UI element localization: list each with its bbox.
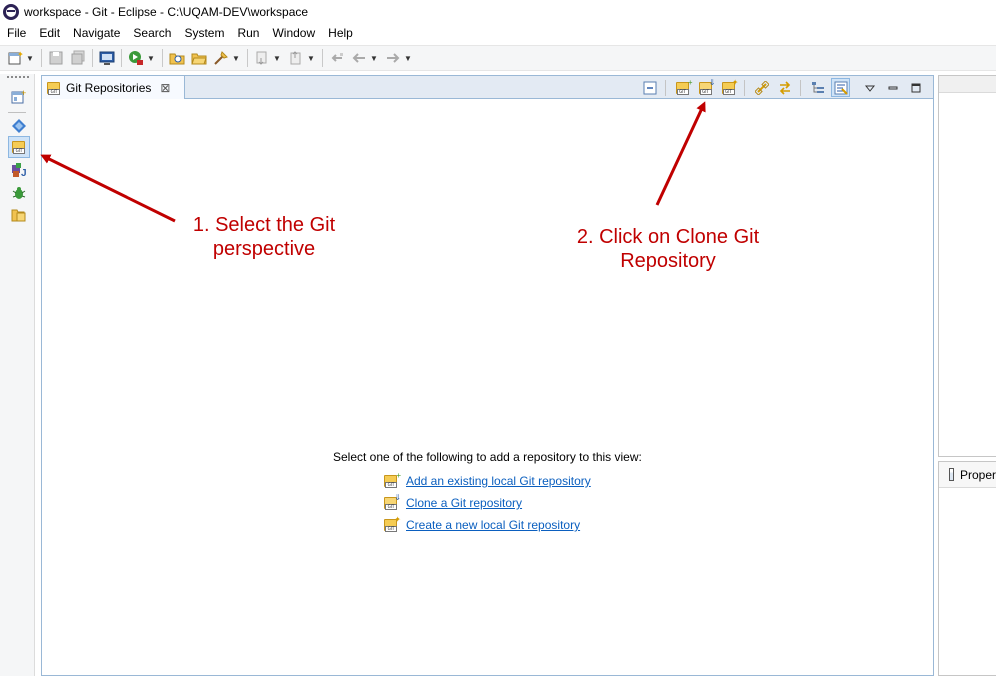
toolbar-separator [41,49,42,67]
perspective-separator [8,112,26,113]
close-icon[interactable]: ⊠ [160,81,170,95]
toolbar-separator [92,49,93,67]
add-existing-repository-icon[interactable]: GIT + [384,471,401,488]
open-task-icon[interactable] [212,49,230,67]
properties-icon [949,468,954,481]
forward-icon[interactable] [384,49,402,67]
debug-perspective-icon[interactable] [8,182,30,204]
open-type-icon[interactable] [168,49,186,67]
annotation-step1-line1: 1. Select the Git [192,214,336,236]
back-icon[interactable] [350,49,368,67]
list-item: GIT ⇓ Clone a Git repository [384,493,522,510]
right-top-pane [938,75,996,457]
add-existing-repository-icon[interactable]: GIT + [673,78,693,97]
perspective-bar: + GIT J [0,74,35,676]
open-perspective-icon[interactable]: + [8,86,30,108]
right-top-pane-header [939,76,996,93]
collapse-all-icon[interactable] [640,78,659,97]
svg-text:J: J [21,168,27,178]
new-wizard-dropdown-icon[interactable]: ▼ [26,54,34,63]
eclipse-logo-icon [3,3,19,20]
java-ee-perspective-icon[interactable] [8,115,30,137]
properties-pane: Proper [938,461,996,676]
show-filter-icon[interactable] [831,78,850,97]
git-repositories-view: GIT Git Repositories ⊠ GIT+ GIT⇓ GIT✦ [41,75,934,676]
clone-repository-link[interactable]: Clone a Git repository [406,496,522,510]
menu-window[interactable]: Window [265,26,321,40]
menu-navigate[interactable]: Navigate [66,26,126,40]
list-item: GIT + Add an existing local Git repositor… [384,471,591,488]
menu-run[interactable]: Run [230,26,265,40]
toolbar-separator [665,79,666,96]
link-with-editor-icon[interactable] [775,78,794,97]
view-toolbar: GIT + GIT ⇓ GIT ✦ [636,78,925,97]
previous-annotation-icon[interactable] [287,49,305,67]
run-icon[interactable] [127,49,145,67]
clone-repository-icon[interactable]: GIT ⇓ [384,493,401,510]
create-repository-link[interactable]: Create a new local Git repository [406,518,580,532]
perspective-bar-grip[interactable] [7,76,29,78]
annotation-step2: 2. Click on Clone Git Repository [562,225,774,273]
svg-text:+: + [21,89,26,98]
menu-bar: File Edit Navigate Search System Run Win… [0,23,996,43]
tab-properties[interactable]: Proper [939,462,996,488]
svg-text:✦: ✦ [17,50,23,59]
open-task-dropdown-icon[interactable]: ▼ [232,54,240,63]
toolbar-separator [121,49,122,67]
java-perspective-icon[interactable]: J [8,159,30,181]
previous-annotation-dropdown-icon[interactable]: ▼ [307,54,315,63]
git-perspective-icon[interactable]: GIT [8,136,30,158]
menu-file[interactable]: File [0,26,32,40]
menu-edit[interactable]: Edit [32,26,66,40]
list-item: GIT ✦ Create a new local Git repository [384,515,580,532]
save-icon[interactable] [47,49,65,67]
tab-label: Git Repositories [66,80,152,95]
resource-perspective-icon[interactable] [8,204,30,226]
link-with-selection-icon[interactable] [752,78,771,97]
toolbar-separator [162,49,163,67]
create-repository-icon[interactable]: GIT ✦ [719,78,739,97]
menu-search[interactable]: Search [126,26,177,40]
properties-tab-label: Proper [959,467,996,482]
tab-git-repositories[interactable]: GIT Git Repositories ⊠ [42,76,185,99]
window-title: workspace - Git - Eclipse - C:\UQAM-DEV\… [24,4,309,19]
save-all-icon[interactable] [69,49,87,67]
toolbar-separator [247,49,248,67]
open-folder-icon[interactable] [190,49,208,67]
next-annotation-dropdown-icon[interactable]: ▼ [273,54,281,63]
hierarchical-layout-icon[interactable] [808,78,827,97]
view-menu-icon[interactable] [860,78,879,97]
git-repository-icon: GIT [47,81,61,95]
title-bar: workspace - Git - Eclipse - C:\UQAM-DEV\… [0,0,996,23]
toolbar-separator [744,79,745,96]
clone-repository-icon[interactable]: GIT ⇓ [696,78,716,97]
back-dropdown-icon[interactable]: ▼ [370,54,378,63]
new-wizard-icon[interactable]: ✦ [6,49,24,67]
empty-view-prompt: Select one of the following to add a rep… [333,450,642,464]
toolbar-separator [800,79,801,96]
create-repository-icon[interactable]: GIT ✦ [384,515,401,532]
run-dropdown-icon[interactable]: ▼ [147,54,155,63]
annotation-step1: 1. Select the Git perspective [176,213,352,261]
main-toolbar: ✦ ▼ ▼ ▼ ▼ ▼ ▼ ▼ [0,45,996,71]
git-repository-icon: GIT [12,140,26,154]
toolbar-separator [322,49,323,67]
last-edit-location-icon[interactable] [328,49,346,67]
annotation-step1-line2: perspective [212,238,316,260]
view-header: GIT Git Repositories ⊠ GIT + GIT ⇓ GIT ✦ [42,76,933,99]
maximize-icon[interactable] [906,78,925,97]
menu-system[interactable]: System [177,26,230,40]
view-body: Select one of the following to add a rep… [42,99,933,675]
annotation-step2-line1: 2. Click on Clone Git [576,226,760,248]
add-existing-repository-link[interactable]: Add an existing local Git repository [406,474,591,488]
next-annotation-icon[interactable] [253,49,271,67]
open-console-icon[interactable] [98,49,116,67]
menu-help[interactable]: Help [321,26,359,40]
minimize-icon[interactable] [883,78,902,97]
annotation-step2-line2: Repository [620,250,716,272]
forward-dropdown-icon[interactable]: ▼ [404,54,412,63]
